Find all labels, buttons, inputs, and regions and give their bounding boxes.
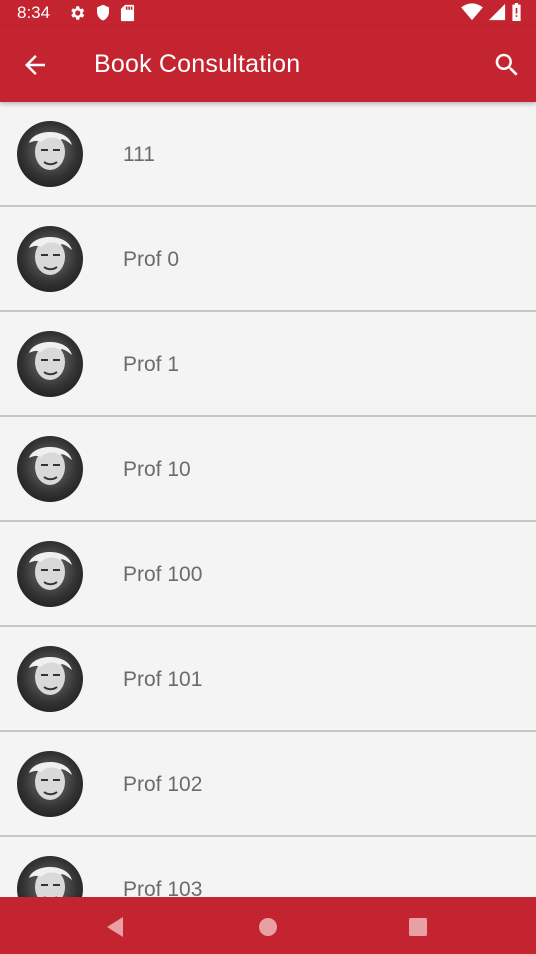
status-right-icons [461,3,522,21]
sd-card-icon [120,4,135,22]
status-bar: 8:34 [0,0,536,26]
app-bar: Book Consultation [0,26,536,102]
avatar [17,856,83,897]
search-button[interactable] [492,50,522,80]
avatar [17,751,83,817]
search-icon [495,53,518,76]
page-title: Book Consultation [94,50,301,78]
avatar [17,646,83,712]
wifi-icon [461,3,483,21]
avatar [17,436,83,502]
consultant-item[interactable]: Prof 10 [0,417,536,522]
consultant-name: Prof 0 [123,248,180,271]
avatar [17,541,83,607]
battery-icon [512,3,521,21]
gear-icon [71,6,85,20]
consultant-name: Prof 103 [123,878,203,897]
signal-icon [488,3,506,21]
consultant-item[interactable]: Prof 103 [0,837,536,897]
consultant-name: Prof 10 [123,458,191,481]
consultant-name: 111 [123,143,155,166]
nav-recents-button[interactable] [405,914,431,940]
home-circle-icon [259,918,277,936]
consultant-item[interactable]: Prof 100 [0,522,536,627]
arrow-left-icon [25,55,45,75]
system-nav-bar [0,897,536,954]
consultant-name: Prof 1 [123,353,180,376]
back-button[interactable] [20,50,50,80]
consultant-item[interactable]: Prof 0 [0,207,536,312]
shield-icon [97,4,109,21]
consultant-name: Prof 102 [123,773,203,796]
nav-home-button[interactable] [255,914,281,940]
consultant-list[interactable]: 111 Prof 0 Prof 1 Prof 10 Prof 100 Prof … [0,102,536,897]
nav-back-button[interactable] [103,914,129,940]
avatar [17,226,83,292]
consultant-item[interactable]: Prof 1 [0,312,536,417]
consultant-name: Prof 101 [123,668,203,691]
consultant-name: Prof 100 [123,563,203,586]
consultant-item[interactable]: 111 [0,102,536,207]
consultant-item[interactable]: Prof 101 [0,627,536,732]
status-left-icons [68,4,135,22]
status-time: 8:34 [17,3,51,22]
consultant-item[interactable]: Prof 102 [0,732,536,837]
avatar [17,331,83,397]
avatar [17,121,83,187]
back-triangle-icon [107,917,123,937]
recents-square-icon [409,918,427,936]
